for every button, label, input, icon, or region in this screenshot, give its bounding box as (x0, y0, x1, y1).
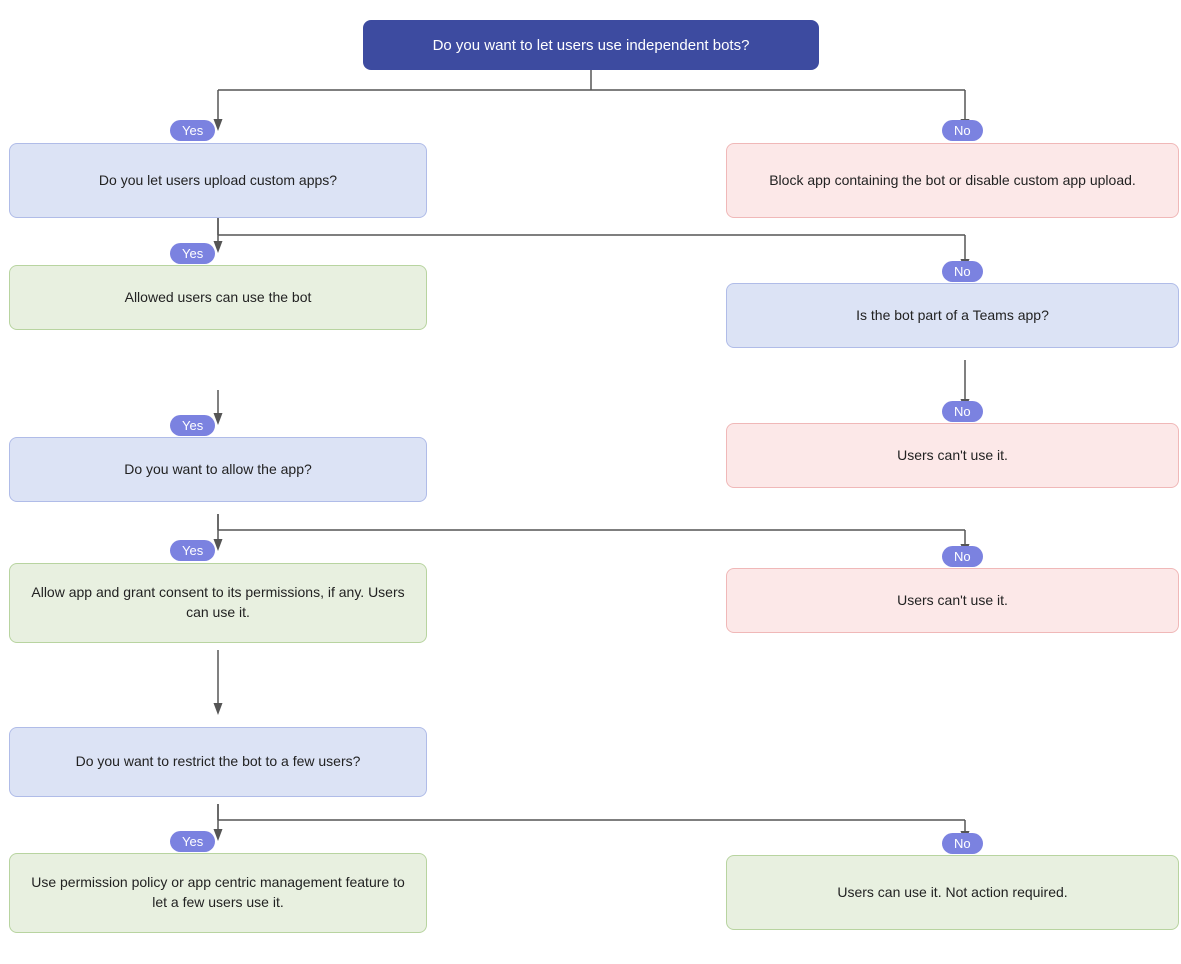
badge-yes5: Yes (170, 831, 215, 852)
node-teams-app: Is the bot part of a Teams app? (726, 283, 1179, 348)
root-node: Do you want to let users use independent… (363, 20, 819, 70)
badge-yes1: Yes (170, 120, 215, 141)
badge-yes4: Yes (170, 540, 215, 561)
badge-no1: No (942, 120, 983, 141)
badge-no3: No (942, 401, 983, 422)
node-upload-custom-apps: Do you let users upload custom apps? (9, 143, 427, 218)
node-permission-policy: Use permission policy or app centric man… (9, 853, 427, 933)
node-block-app: Block app containing the bot or disable … (726, 143, 1179, 218)
node-users-can-use: Users can use it. Not action required. (726, 855, 1179, 930)
node-allow-grant: Allow app and grant consent to its permi… (9, 563, 427, 643)
node-restrict-bot: Do you want to restrict the bot to a few… (9, 727, 427, 797)
badge-no5: No (942, 833, 983, 854)
badge-yes3: Yes (170, 415, 215, 436)
node-allowed-users: Allowed users can use the bot (9, 265, 427, 330)
node-cant-use-2: Users can't use it. (726, 568, 1179, 633)
badge-no4: No (942, 546, 983, 567)
badge-no2: No (942, 261, 983, 282)
node-cant-use-1: Users can't use it. (726, 423, 1179, 488)
node-allow-app: Do you want to allow the app? (9, 437, 427, 502)
badge-yes2: Yes (170, 243, 215, 264)
flowchart-diagram: Do you want to let users use independent… (0, 0, 1181, 964)
